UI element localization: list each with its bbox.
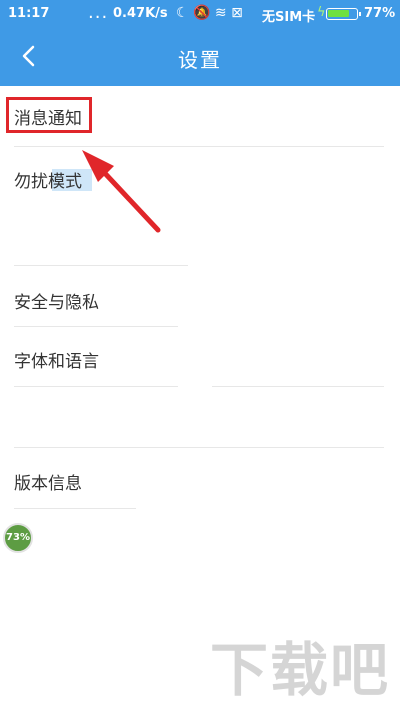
watermark-logo: 下载吧 — [209, 636, 390, 704]
annotation-arrow-icon — [82, 150, 161, 233]
settings-page: 11:17 ... 0.47K/s ☾ 🔕 ≋ ⊠ 无SIM卡 ϟ 77% 设置… — [0, 0, 400, 711]
